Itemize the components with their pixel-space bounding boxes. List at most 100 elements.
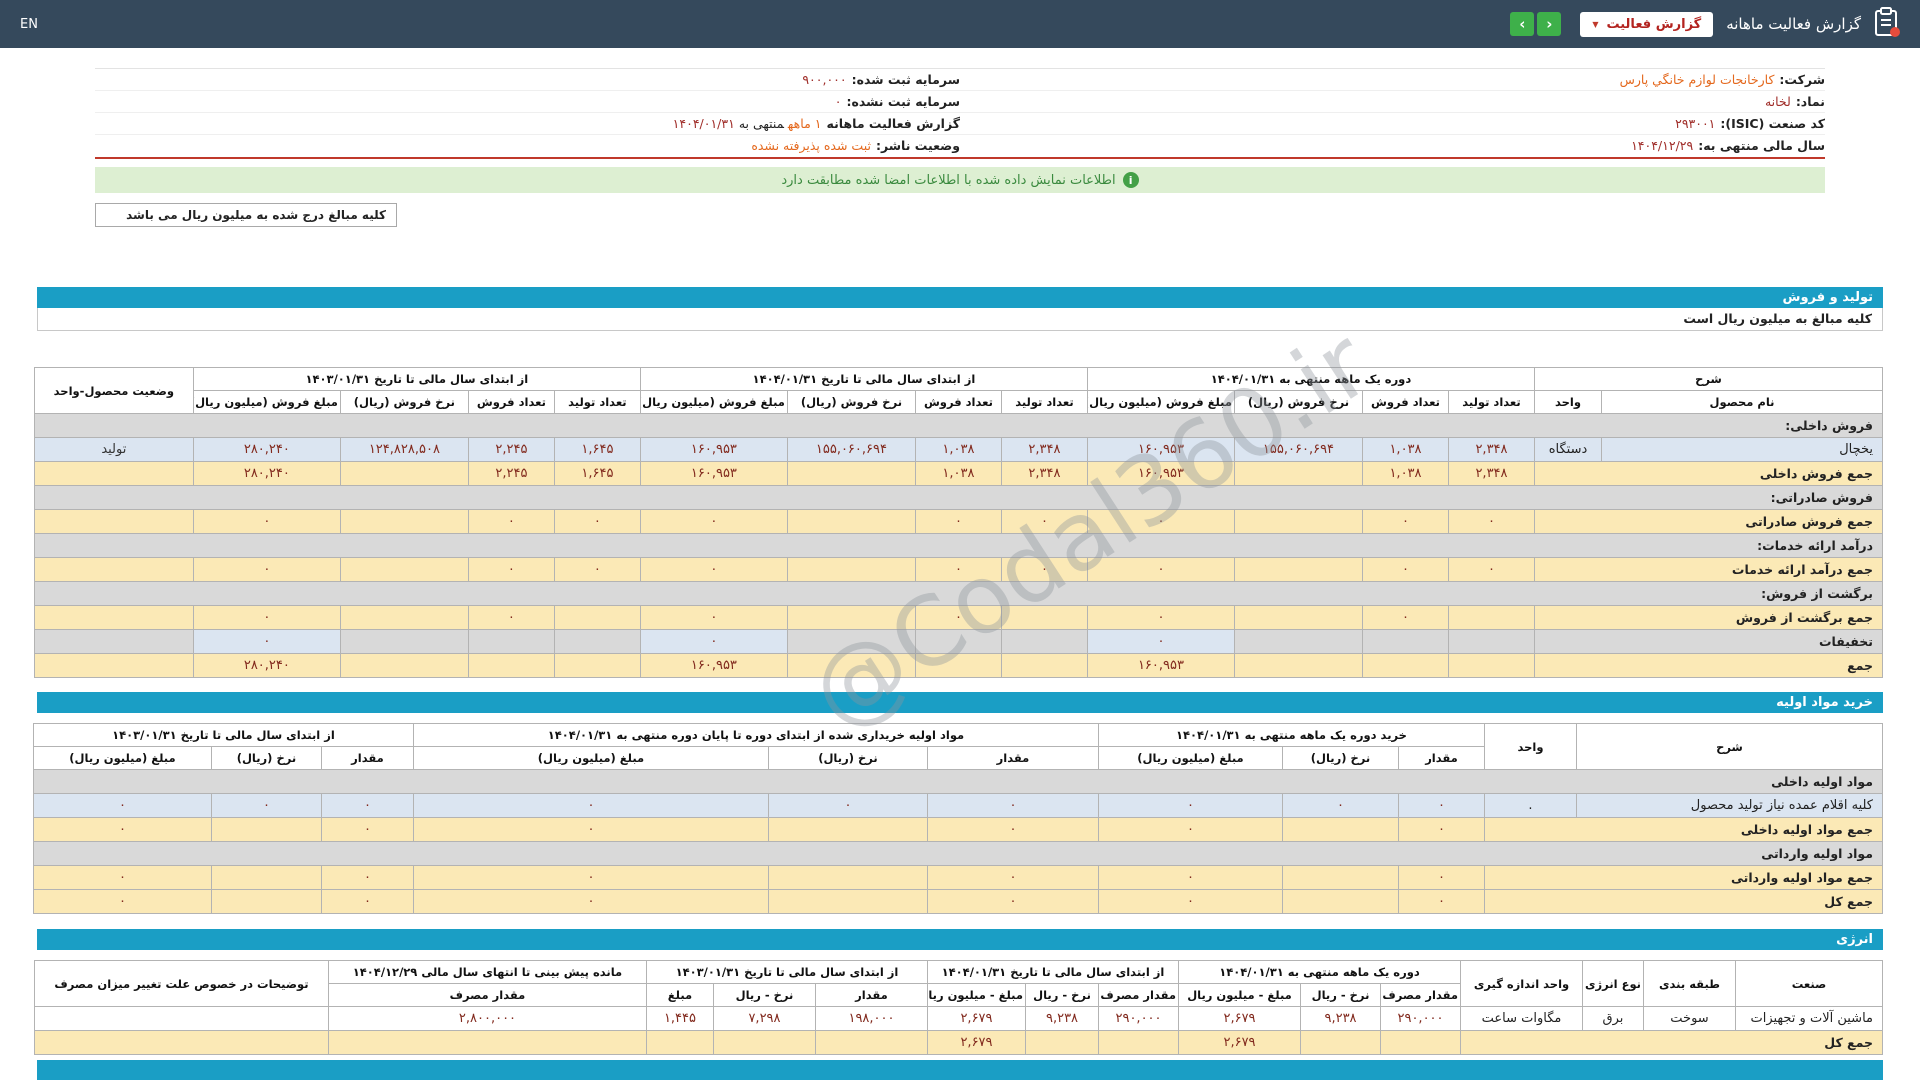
column-header: مبلغ (میلیون ریال) — [1098, 747, 1282, 770]
value-cell — [1283, 818, 1399, 842]
value-cell: ۰ — [915, 558, 1001, 582]
column-header: مبلغ فروش (میلیون ریال) — [1087, 391, 1234, 414]
info-icon: i — [1123, 172, 1139, 188]
value-cell: ۰ — [1448, 558, 1534, 582]
value-cell: ۰ — [468, 606, 554, 630]
production-table-head: شرح دوره یک ماهه منتهی به ۱۴۰۴/۰۱/۳۱ از … — [34, 368, 1882, 414]
value-cell: ۰ — [1399, 866, 1485, 890]
info-value: ۱۴۰۴/۰۱/۳۱ — [673, 116, 735, 131]
value-cell: ۱۶۰,۹۵۳ — [1087, 462, 1234, 486]
column-header: تعداد تولید — [554, 391, 640, 414]
value-cell: ۱۶۰,۹۵۳ — [1087, 654, 1234, 678]
table-row: جمع۱۶۰,۹۵۳۱۶۰,۹۵۳۲۸۰,۲۴۰ — [34, 654, 1882, 678]
value-cell — [768, 890, 927, 914]
info-value: لخانه — [1765, 94, 1791, 109]
company-info-section: شرکت: کارخانجات لوازم خانگي پارس نماد:لخان… — [95, 68, 1825, 159]
column-header: از ابتدای سال مالی تا تاریخ ۱۴۰۳/۰۱/۳۱ — [33, 724, 413, 747]
value-cell — [554, 630, 640, 654]
table-row: فروش صادراتی: — [34, 486, 1882, 510]
row-label-cell: جمع مواد اولیه داخلی — [1485, 818, 1883, 842]
column-header: نرخ - ریال — [1026, 984, 1099, 1007]
info-row: کد صنعت (ISIC):۲۹۳۰۰۱ — [960, 113, 1825, 135]
column-header: مبلغ - میلیون ریال — [927, 984, 1025, 1007]
value-cell — [713, 1031, 815, 1055]
value-cell: ۱,۶۴۵ — [554, 438, 640, 462]
info-label: گزارش فعالیت ماهانه — [826, 116, 960, 131]
value-cell — [468, 654, 554, 678]
value-cell — [1234, 654, 1362, 678]
value-cell: ۰ — [1087, 630, 1234, 654]
status-cell — [34, 654, 193, 678]
value-cell: ۹,۲۳۸ — [1026, 1007, 1099, 1031]
value-cell — [1001, 606, 1087, 630]
column-header: توضیحات در خصوص علت تغییر میزان مصرف — [34, 961, 328, 1007]
table-row: برگشت از فروش: — [34, 582, 1882, 606]
value-cell: ۱,۰۳۸ — [915, 462, 1001, 486]
column-header: خرید دوره یک ماهه منتهی به ۱۴۰۴/۰۱/۳۱ — [1098, 724, 1484, 747]
company-link[interactable]: کارخانجات لوازم خانگي پارس — [1620, 72, 1775, 87]
column-header: نرخ فروش (ریال) — [787, 391, 915, 414]
info-label: سرمایه ثبت نشده: — [846, 94, 960, 109]
production-table-body: فروش داخلی:یخچالدستگاه۲,۳۴۸۱,۰۳۸۱۵۵,۰۶۰,… — [34, 414, 1882, 678]
column-header: تعداد تولید — [1001, 391, 1087, 414]
value-cell: ۱۹۸,۰۰۰ — [815, 1007, 927, 1031]
value-cell: ۰ — [1283, 794, 1399, 818]
nav-right-button[interactable]: › — [1537, 12, 1561, 36]
column-header: مقدار — [321, 747, 413, 770]
nav-left-button[interactable]: ‹ — [1510, 12, 1534, 36]
signed-match-text: اطلاعات نمایش داده شده با اطلاعات امضا ش… — [781, 173, 1115, 188]
value-cell: ۰ — [1362, 510, 1448, 534]
production-table: شرح دوره یک ماهه منتهی به ۱۴۰۴/۰۱/۳۱ از … — [34, 367, 1883, 678]
value-cell — [915, 654, 1001, 678]
info-value: ۹۰۰,۰۰۰ — [802, 72, 846, 87]
value-cell — [1234, 510, 1362, 534]
value-cell: ۰ — [321, 890, 413, 914]
value-cell — [1362, 630, 1448, 654]
value-cell: ۰ — [640, 510, 787, 534]
note-cell — [34, 1031, 328, 1055]
info-label: شرکت: — [1779, 72, 1825, 87]
report-type-button[interactable]: گزارش فعالیت ▼ — [1580, 12, 1713, 37]
topbar-left-group: EN — [20, 17, 38, 32]
table-row: جمع برگشت از فروش۰۰۰۰۰۰ — [34, 606, 1882, 630]
materials-table-wrap: شرح واحد خرید دوره یک ماهه منتهی به ۱۴۰۴… — [37, 723, 1883, 914]
value-cell: ۰ — [927, 890, 1098, 914]
value-cell: ۰ — [1098, 794, 1282, 818]
value-cell: ۱۲۴,۸۲۸,۵۰۸ — [340, 438, 468, 462]
value-cell: ۱,۰۳۸ — [1362, 438, 1448, 462]
language-en-link[interactable]: EN — [20, 17, 38, 32]
value-cell: ۰ — [33, 794, 211, 818]
table-row: جمع مواد اولیه وارداتی۰۰۰۰۰۰ — [33, 866, 1882, 890]
row-label-cell: جمع — [1534, 654, 1882, 678]
section-label-cell: درآمد ارائه خدمات: — [34, 534, 1882, 558]
column-header: تعداد فروش — [468, 391, 554, 414]
materials-table: شرح واحد خرید دوره یک ماهه منتهی به ۱۴۰۴… — [33, 723, 1883, 914]
column-header: نرخ فروش (ریال) — [340, 391, 468, 414]
chevron-down-icon: ▼ — [1592, 20, 1598, 29]
column-header: واحد — [1534, 391, 1601, 414]
value-cell: ۲,۳۴۸ — [1001, 438, 1087, 462]
column-header: از ابتدای سال مالی تا تاریخ ۱۴۰۴/۰۱/۳۱ — [640, 368, 1087, 391]
column-header: نرخ - ریال — [1301, 984, 1381, 1007]
unit-cell: دستگاه — [1534, 438, 1601, 462]
value-cell: ۲,۳۴۸ — [1448, 462, 1534, 486]
table-row: ماشین آلات و تجهیزاتسوختبرقمگاوات ساعت۲۹… — [34, 1007, 1882, 1031]
info-row: سال مالی منتهی به:۱۴۰۴/۱۲/۲۹ — [960, 135, 1825, 157]
value-cell — [328, 1031, 646, 1055]
value-cell — [1234, 630, 1362, 654]
info-row: نماد:لخانه — [960, 91, 1825, 113]
value-cell — [1234, 462, 1362, 486]
note-cell — [34, 1007, 328, 1031]
value-cell: ۰ — [915, 510, 1001, 534]
value-cell — [554, 654, 640, 678]
value-cell: ۰ — [1362, 606, 1448, 630]
value-cell: ۰ — [413, 794, 768, 818]
value-cell: ۰ — [468, 510, 554, 534]
value-cell: ۰ — [554, 558, 640, 582]
column-header: نام محصول — [1602, 391, 1883, 414]
table-row: جمع کل۲,۶۷۹۲,۶۷۹ — [34, 1031, 1882, 1055]
column-header: مقدار مصرف — [1099, 984, 1179, 1007]
value-cell: ۲۸۰,۲۴۰ — [193, 438, 340, 462]
status-cell — [34, 606, 193, 630]
column-header: صنعت — [1736, 961, 1883, 1007]
